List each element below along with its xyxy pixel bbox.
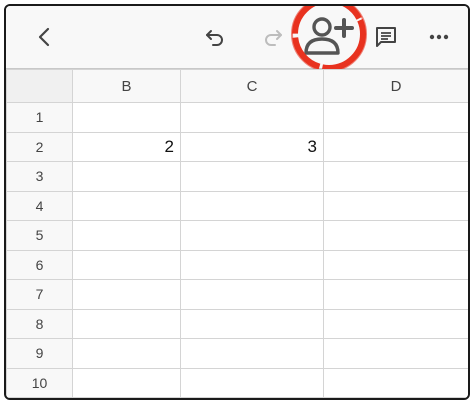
table-row: 8 [6,308,468,339]
cell[interactable] [180,102,324,133]
cell[interactable] [180,367,324,398]
table-row: 6 [6,249,468,280]
cell[interactable] [323,190,468,221]
redo-button[interactable] [255,6,291,68]
app-window: B C D 1 2 2 3 3 4 5 6 7 8 9 10 [4,4,470,400]
table-row: 5 [6,220,468,251]
select-all-corner[interactable] [6,69,73,103]
cell[interactable]: 3 [180,131,324,162]
cell[interactable] [323,102,468,133]
more-horizontal-icon [429,34,449,40]
row-header[interactable]: 5 [6,220,73,251]
cell[interactable] [323,131,468,162]
cell[interactable] [323,249,468,280]
cell[interactable] [72,190,181,221]
spreadsheet-grid: B C D 1 2 2 3 3 4 5 6 7 8 9 10 [6,69,468,398]
cell[interactable] [323,338,468,369]
column-header-row: B C D [6,69,468,103]
cell[interactable] [323,279,468,310]
row-header[interactable]: 1 [6,102,73,133]
cell[interactable] [72,308,181,339]
table-row: 10 [6,367,468,398]
row-header[interactable]: 8 [6,308,73,339]
row-header[interactable]: 10 [6,367,73,398]
comment-button[interactable] [368,6,404,68]
row-header[interactable]: 4 [6,190,73,221]
cell[interactable] [180,161,324,192]
redo-icon [265,30,282,46]
cell[interactable] [323,161,468,192]
cell[interactable] [180,338,324,369]
cell[interactable] [180,220,324,251]
cell[interactable] [180,190,324,221]
column-header-d[interactable]: D [323,69,468,103]
cell[interactable]: 2 [72,131,181,162]
cell[interactable] [72,161,181,192]
cell[interactable] [72,220,181,251]
cell[interactable] [180,279,324,310]
table-row: 3 [6,161,468,192]
cell[interactable] [323,220,468,251]
cell[interactable] [72,279,181,310]
cell[interactable] [72,367,181,398]
undo-button[interactable] [197,6,233,68]
toolbar [6,6,468,72]
table-row: 4 [6,190,468,221]
cell[interactable] [72,249,181,280]
share-button[interactable] [302,6,356,68]
chevron-left-icon [38,27,50,47]
cell[interactable] [72,338,181,369]
table-row: 9 [6,338,468,369]
table-row: 1 [6,102,468,133]
cell[interactable] [323,308,468,339]
row-header[interactable]: 9 [6,338,73,369]
comment-icon [376,27,396,47]
cell[interactable] [323,367,468,398]
row-header[interactable]: 2 [6,131,73,162]
cell[interactable] [180,249,324,280]
more-button[interactable] [424,6,454,68]
row-header[interactable]: 6 [6,249,73,280]
back-button[interactable] [26,6,62,68]
row-header[interactable]: 7 [6,279,73,310]
column-header-b[interactable]: B [72,69,181,103]
table-row: 223 [6,131,468,162]
column-header-c[interactable]: C [180,69,324,103]
add-person-icon [304,17,354,55]
cell[interactable] [72,102,181,133]
cell[interactable] [180,308,324,339]
row-header[interactable]: 3 [6,161,73,192]
undo-icon [206,30,223,46]
table-row: 7 [6,279,468,310]
